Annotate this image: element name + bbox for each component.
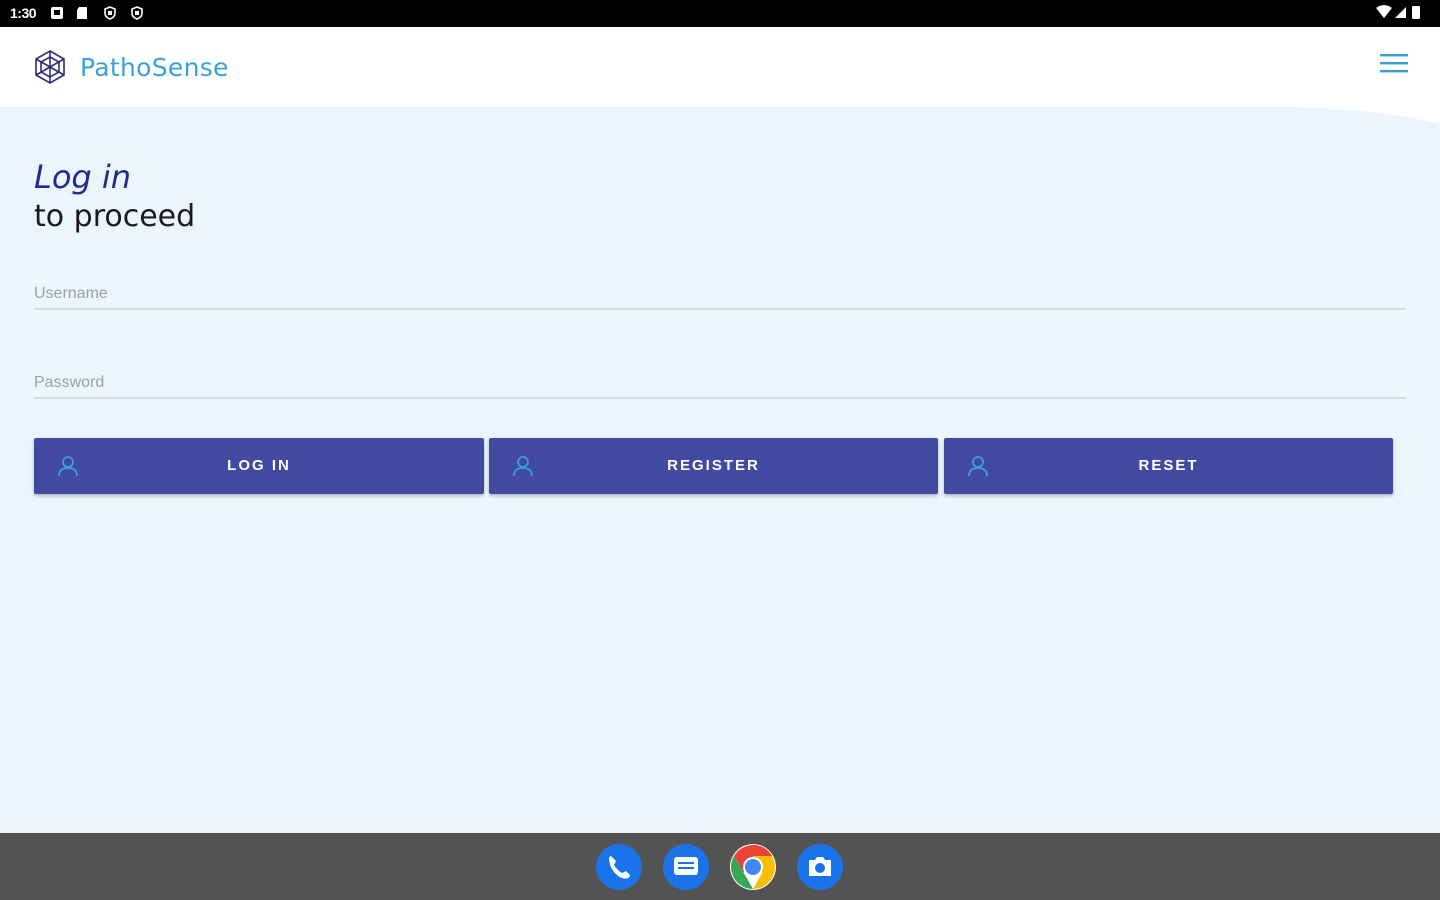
chrome-app-button[interactable]: [730, 844, 776, 890]
username-field[interactable]: [34, 274, 1406, 310]
camera-icon: [809, 857, 831, 876]
system-status-icons: [1376, 5, 1420, 19]
notification-icon: [51, 7, 63, 19]
status-bar: 1:30: [0, 0, 1440, 27]
reset-button[interactable]: RESET: [944, 438, 1393, 494]
header-wave: [0, 100, 1440, 124]
phone-app-button[interactable]: [596, 844, 642, 890]
register-button-label: REGISTER: [667, 457, 760, 474]
register-button[interactable]: REGISTER: [489, 438, 938, 494]
login-button-label: LOG IN: [227, 457, 291, 474]
reset-button-label: RESET: [1138, 457, 1199, 474]
password-field[interactable]: [34, 363, 1406, 399]
messages-app-button[interactable]: [663, 844, 709, 890]
login-button[interactable]: LOG IN: [34, 438, 484, 494]
username-field-container: [34, 274, 1406, 310]
brand-logo[interactable]: PathoSense: [32, 47, 229, 87]
password-field-container: [34, 363, 1406, 399]
brand-name: PathoSense: [80, 52, 229, 82]
shield-icon: [104, 6, 116, 20]
status-time: 1:30: [10, 5, 37, 21]
hamburger-menu-icon[interactable]: [1380, 51, 1408, 75]
sd-card-icon: [77, 7, 87, 19]
wifi-icon: [1376, 5, 1392, 18]
signal-icon: [1395, 7, 1406, 18]
app-dock: [0, 833, 1440, 900]
page-title: Log in: [34, 158, 132, 196]
chrome-icon: [731, 845, 775, 889]
shield-icon: [131, 6, 143, 20]
messages-icon: [674, 857, 698, 875]
login-heading: Log in to proceed: [34, 158, 195, 238]
camera-app-button[interactable]: [797, 844, 843, 890]
phone-icon: [609, 856, 630, 879]
app-header: PathoSense: [0, 27, 1440, 107]
battery-icon: [1412, 6, 1420, 19]
pathosense-logo-icon: [35, 50, 65, 84]
page-subtitle: to proceed: [34, 199, 196, 234]
